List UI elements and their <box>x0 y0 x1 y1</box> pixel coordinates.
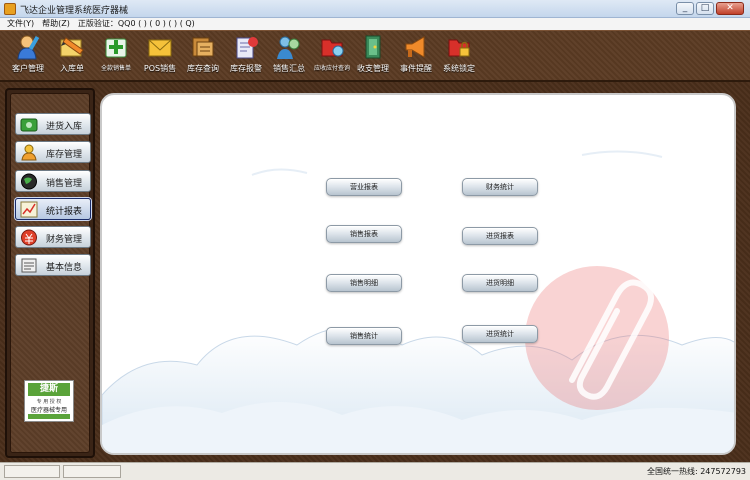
close-button[interactable]: ✕ <box>716 2 744 15</box>
tool-label: 销售汇总 <box>273 64 305 73</box>
report-button-label: 进货统计 <box>486 330 514 338</box>
report-button-sales[interactable]: 销售报表 <box>326 225 402 243</box>
tool-label: 入库单 <box>60 64 84 73</box>
window-title: 飞达企业管理系统医疗器械 <box>20 6 129 16</box>
event-horn-icon <box>402 34 430 60</box>
sales-summary-icon <box>275 34 303 60</box>
report-button-sales-detail[interactable]: 销售明细 <box>326 274 402 292</box>
tool-finance[interactable]: 收支管理 <box>351 33 395 79</box>
status-cell <box>63 465 121 478</box>
sales-order-icon <box>102 34 130 60</box>
tool-label: 系统锁定 <box>443 64 475 73</box>
report-button-label: 财务统计 <box>486 183 514 191</box>
toolbar: 客户管理 入库单 全款销售单 POS销售 库存查询 库存报警 销售汇总 应收应付… <box>0 30 750 82</box>
sidebar-item-sales[interactable]: 销售管理 <box>15 170 91 192</box>
report-button-purchase[interactable]: 进货报表 <box>462 227 538 245</box>
tool-label: 库存报警 <box>230 64 262 73</box>
inventory-query-icon <box>189 34 217 60</box>
tool-inbound[interactable]: 入库单 <box>50 33 94 79</box>
tool-inventory-query[interactable]: 库存查询 <box>181 33 225 79</box>
menu-bar: 文件(Y) 帮助(Z) 正版验证：QQ0 ( ) ( 0 ) ( ) ( Q) <box>0 18 750 30</box>
lock-icon <box>445 34 473 60</box>
customer-icon <box>14 34 42 60</box>
sidebar-item-label: 进货入库 <box>46 122 83 132</box>
sidebar: 进货入库 库存管理 销售管理 统计报表 财务管理 基本信息 捷斯 专 用 授 权… <box>5 88 95 458</box>
purchase-icon <box>20 116 38 133</box>
sidebar-item-finance[interactable]: 财务管理 <box>15 226 91 248</box>
window-controls: _ □ ✕ <box>676 2 744 15</box>
license-badge: 捷斯 专 用 授 权 医疗器械专用 <box>24 380 74 422</box>
report-button-label: 进货报表 <box>486 232 514 240</box>
tool-label: 收支管理 <box>357 64 389 73</box>
inventory-alarm-icon <box>232 34 260 60</box>
tool-pos[interactable]: POS销售 <box>138 33 182 79</box>
report-panel: 营业报表 销售报表 销售明细 销售统计 财务统计 进货报表 进货明细 进货统计 <box>100 93 736 455</box>
app-icon <box>4 3 16 15</box>
tool-receivable[interactable]: 应收应付查询 <box>310 33 354 79</box>
minimize-button[interactable]: _ <box>676 2 694 15</box>
sidebar-item-label: 财务管理 <box>46 235 83 245</box>
sidebar-item-basic-info[interactable]: 基本信息 <box>15 254 91 276</box>
tool-label: POS销售 <box>143 64 177 73</box>
maximize-button[interactable]: □ <box>696 2 714 15</box>
sidebar-item-label: 统计报表 <box>46 207 83 217</box>
status-cell <box>4 465 60 478</box>
tool-label: 事件提醒 <box>400 64 432 73</box>
tool-inventory-alarm[interactable]: 库存报警 <box>224 33 268 79</box>
report-button-sales-stats[interactable]: 销售统计 <box>326 327 402 345</box>
paperclip-watermark <box>525 266 669 410</box>
report-button-business[interactable]: 营业报表 <box>326 178 402 196</box>
basic-info-icon <box>20 257 38 274</box>
badge-footer <box>28 414 70 419</box>
menu-license[interactable]: 正版验证：QQ0 ( ) ( 0 ) ( ) ( Q) <box>78 18 195 30</box>
sidebar-item-report[interactable]: 统计报表 <box>15 198 91 220</box>
finance-icon <box>20 229 38 246</box>
report-button-label: 销售明细 <box>350 279 378 287</box>
finance-door-icon <box>359 34 387 60</box>
sidebar-item-purchase[interactable]: 进货入库 <box>15 113 91 135</box>
pos-envelope-icon <box>146 34 174 60</box>
cloud-background <box>102 150 734 453</box>
hotline-text: 全国统一热线: 247572793 <box>646 467 746 476</box>
inbound-pencil-icon <box>58 34 86 60</box>
sidebar-item-label: 库存管理 <box>46 150 83 160</box>
stock-icon <box>20 144 38 161</box>
tool-customer[interactable]: 客户管理 <box>6 33 50 79</box>
receivable-icon <box>318 34 346 60</box>
report-button-label: 进货明细 <box>486 279 514 287</box>
sidebar-item-label: 销售管理 <box>46 179 83 189</box>
status-bar: 全国统一热线: 247572793 <box>0 462 750 480</box>
badge-text: 医疗器械专用 <box>30 407 67 414</box>
report-button-label: 销售报表 <box>350 230 378 238</box>
report-chart-icon <box>20 201 38 218</box>
sidebar-item-label: 基本信息 <box>46 263 83 273</box>
tool-label: 全款销售单 <box>100 65 131 72</box>
tool-lock[interactable]: 系统锁定 <box>437 33 481 79</box>
tool-sales-order[interactable]: 全款销售单 <box>94 33 138 79</box>
title-bar: 飞达企业管理系统医疗器械 _ □ ✕ <box>0 0 750 18</box>
tool-label: 库存查询 <box>187 64 219 73</box>
tool-sales-summary[interactable]: 销售汇总 <box>267 33 311 79</box>
tool-label: 应收应付查询 <box>313 65 350 72</box>
sidebar-item-stock[interactable]: 库存管理 <box>15 141 91 163</box>
report-button-finance-stats[interactable]: 财务统计 <box>462 178 538 196</box>
badge-subtitle: 专 用 授 权 <box>36 399 62 405</box>
report-button-purchase-detail[interactable]: 进货明细 <box>462 274 538 292</box>
tool-event[interactable]: 事件提醒 <box>394 33 438 79</box>
report-button-label: 营业报表 <box>350 183 378 191</box>
badge-title: 捷斯 <box>28 383 70 396</box>
sales-globe-icon <box>20 173 38 190</box>
report-button-label: 销售统计 <box>350 332 378 340</box>
menu-help[interactable]: 帮助(Z) <box>42 18 70 30</box>
tool-label: 客户管理 <box>12 64 44 73</box>
menu-file[interactable]: 文件(Y) <box>7 18 34 30</box>
report-button-purchase-stats[interactable]: 进货统计 <box>462 325 538 343</box>
